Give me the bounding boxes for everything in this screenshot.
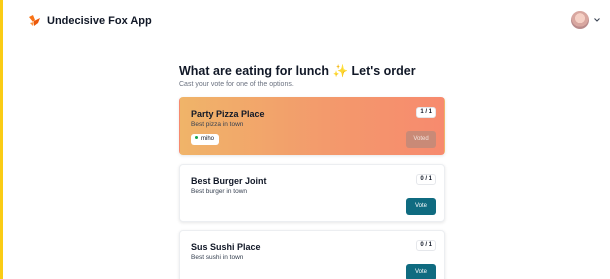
voter-chip: miho (191, 134, 220, 145)
page-subtitle: Cast your vote for one of the options. (179, 81, 294, 88)
option-description: Best pizza in town (191, 121, 244, 128)
page-title: What are eating for lunch ✨ Let's order (179, 64, 416, 78)
user-avatar[interactable] (571, 11, 589, 29)
vote-button[interactable]: Vote (406, 264, 436, 279)
app-header: Undecisive Fox App (0, 0, 610, 44)
vote-count-badge: 1 / 1 (416, 107, 436, 118)
option-card-burger: Best Burger Joint Best burger in town 0 … (179, 164, 445, 222)
option-description: Best sushi in town (191, 254, 244, 261)
chevron-down-icon[interactable] (593, 16, 601, 24)
option-name: Best Burger Joint (191, 176, 267, 186)
vote-count-badge: 0 / 1 (416, 240, 436, 251)
voter-name: miho (201, 136, 215, 142)
option-card-sushi: Sus Sushi Place Best sushi in town 0 / 1… (179, 230, 445, 279)
option-description: Best burger in town (191, 188, 248, 195)
voted-button[interactable]: Voted (406, 131, 436, 148)
option-name: Party Pizza Place (191, 109, 265, 119)
poll-header: What are eating for lunch ✨ Let's order … (179, 63, 445, 90)
option-name: Sus Sushi Place (191, 242, 261, 252)
online-dot-icon (195, 136, 198, 139)
option-card-pizza: Party Pizza Place Best pizza in town 1 /… (179, 97, 445, 155)
vote-count-badge: 0 / 1 (416, 174, 436, 185)
fox-logo-icon[interactable] (28, 14, 42, 28)
vote-button[interactable]: Vote (406, 198, 436, 215)
app-title: Undecisive Fox App (47, 15, 152, 27)
